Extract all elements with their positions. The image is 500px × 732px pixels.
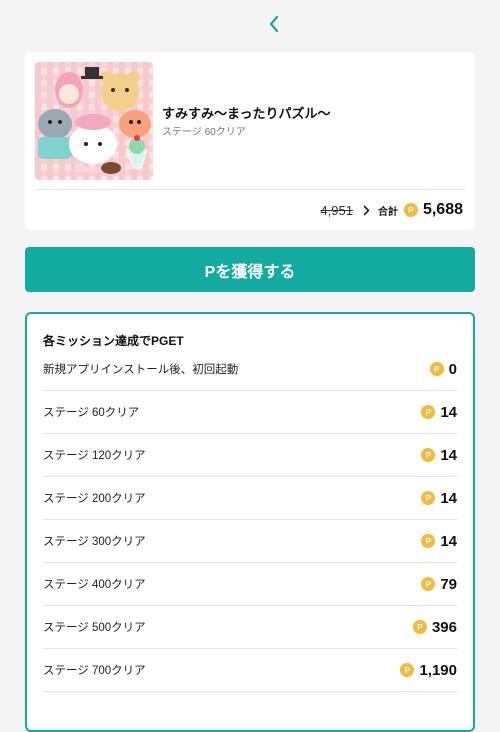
mission-row: ステージ 700クリア P 1,190 — [43, 649, 457, 692]
point-coin-icon: P — [421, 405, 436, 419]
mission-reward: P 14 — [421, 404, 457, 421]
mission-reward: P 14 — [421, 490, 457, 507]
point-coin-icon: P — [412, 620, 427, 634]
total-points: 5,688 — [422, 201, 463, 218]
app-subtitle: ステージ 60クリア — [162, 127, 246, 138]
app-thumbnail — [35, 62, 153, 180]
mission-reward: P 79 — [421, 576, 457, 593]
mission-label: ステージ 120クリア — [43, 450, 146, 462]
mission-points: 396 — [431, 618, 457, 636]
point-coin-icon: P — [400, 663, 415, 677]
missions-title: 各ミッション達成でPGET — [43, 334, 184, 348]
mission-label: ステージ 700クリア — [43, 665, 146, 677]
mission-label: ステージ 500クリア — [43, 622, 146, 634]
chevron-left-icon — [269, 15, 279, 33]
point-coin-icon: P — [421, 577, 436, 591]
mission-points: 0 — [448, 360, 457, 378]
mission-points: 79 — [440, 575, 457, 593]
mission-row: ステージ 200クリア P 14 — [43, 477, 457, 520]
mission-label: ステージ 200クリア — [43, 493, 146, 505]
point-coin-icon: P — [421, 491, 436, 505]
mission-reward: P 14 — [421, 447, 457, 464]
mission-label: ステージ 300クリア — [43, 536, 146, 548]
point-coin-icon: P — [421, 448, 436, 462]
mission-label: 新規アプリインストール後、初回起動 — [43, 364, 239, 376]
mission-reward: P 1,190 — [400, 662, 457, 679]
app-title: すみすみ〜まったりパズル〜 — [162, 106, 331, 121]
point-coin-icon: P — [429, 362, 444, 376]
point-coin-icon: P — [421, 534, 436, 548]
mission-reward: P 396 — [412, 618, 457, 636]
mission-row: ステージ 300クリア P 14 — [43, 520, 457, 563]
divider — [35, 189, 465, 190]
chevron-right-icon — [363, 205, 370, 216]
points-summary: 4,951 合計 P 5,688 — [320, 199, 463, 221]
mission-points: 14 — [440, 532, 457, 550]
old-points: 4,951 — [320, 202, 353, 218]
mission-reward: P 0 — [429, 360, 457, 378]
top-bar — [0, 0, 500, 48]
mission-points: 14 — [440, 446, 457, 464]
mission-row: ステージ 120クリア P 14 — [43, 434, 457, 477]
app-card: すみすみ〜まったりパズル〜 ステージ 60クリア 4,951 合計 P 5,68… — [25, 52, 475, 230]
missions-panel: 各ミッション達成でPGET 新規アプリインストール後、初回起動 P 0 ステージ… — [25, 312, 475, 732]
earn-points-button[interactable]: Pを獲得する — [25, 247, 475, 292]
mission-points: 14 — [440, 403, 457, 421]
total-label: 合計 — [377, 206, 398, 218]
mission-points: 1,190 — [419, 661, 457, 679]
mission-row: ステージ 60クリア P 14 — [43, 391, 457, 434]
mission-label: ステージ 60クリア — [43, 407, 140, 419]
mission-row: ステージ 400クリア P 79 — [43, 563, 457, 606]
mission-reward: P 14 — [421, 533, 457, 550]
point-coin-icon: P — [403, 203, 418, 217]
mission-label: ステージ 400クリア — [43, 579, 146, 591]
mission-points: 14 — [440, 489, 457, 507]
mission-row: 新規アプリインストール後、初回起動 P 0 — [43, 348, 457, 391]
mission-row: ステージ 500クリア P 396 — [43, 606, 457, 649]
back-button[interactable] — [262, 10, 286, 38]
